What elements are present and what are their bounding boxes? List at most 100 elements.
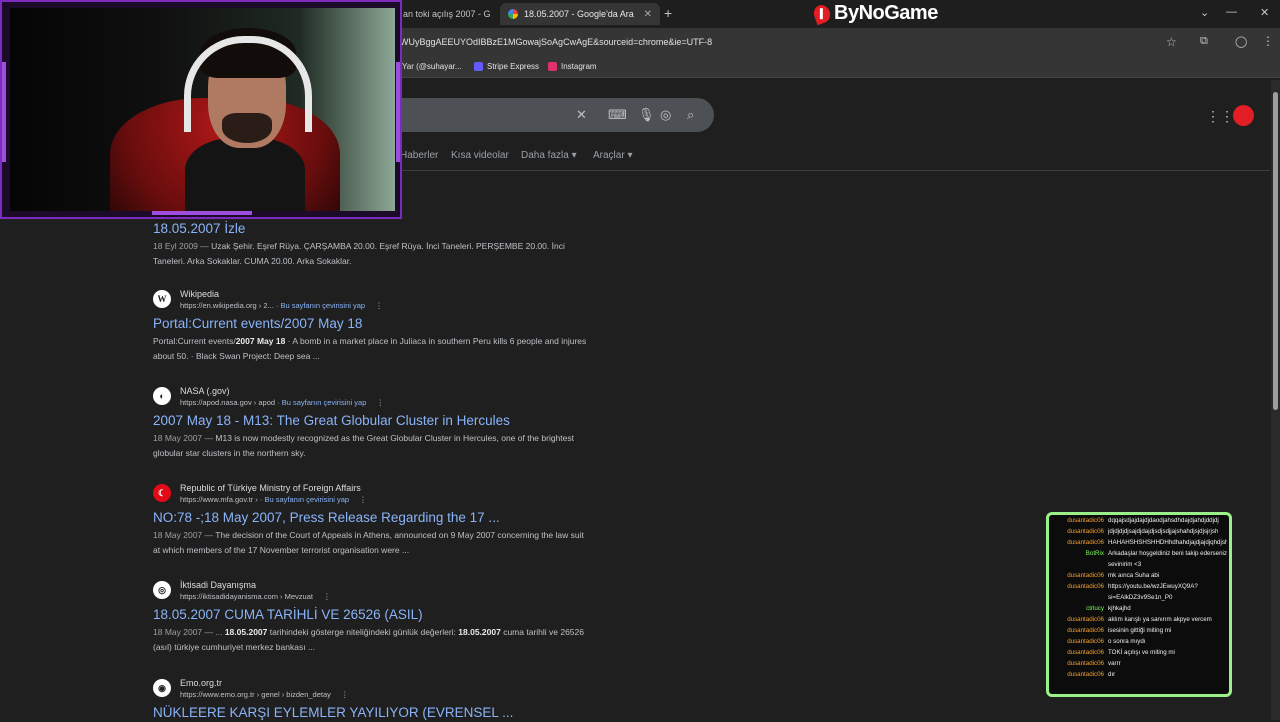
chat-username: dusantadic06: [1067, 572, 1104, 579]
chat-message: dusantadic06 dqqajsdjajdajdjdaodjahsdhdaj…: [1051, 515, 1227, 526]
tab-label: 18.05.2007 - Google'da Ara: [524, 9, 634, 19]
result-url-text: https://apod.nasa.gov › apod: [180, 397, 276, 407]
result-title-link[interactable]: NÜKLEERE KARŞI EYLEMLER YAYILIYOR (EVREN…: [153, 704, 593, 722]
chat-message: dusantadic06 o sonra mıydı: [1051, 636, 1227, 647]
tab-active[interactable]: 18.05.2007 - Google'da Ara ✕: [500, 3, 660, 25]
menu-icon[interactable]: ⋮: [1262, 34, 1274, 48]
result-site: Emo.org.tr: [180, 677, 223, 688]
frame-accent: [2, 62, 6, 162]
chat-username: BotRix: [1085, 550, 1104, 557]
result-header[interactable]: ◉ Emo.org.tr https://www.emo.org.tr › ge…: [153, 675, 593, 701]
search-result: 18.05.2007 İzle 18 Eyl 2009 — Uzak Şehir…: [153, 217, 593, 269]
search-icon[interactable]: ⌕: [687, 107, 694, 123]
filter-short-videos[interactable]: Kısa videolar: [451, 150, 509, 161]
search-result: ◐ NASA (.gov) https://apod.nasa.gov › ap…: [153, 383, 593, 461]
filter-tools[interactable]: Araçlar ▾: [593, 150, 632, 161]
chat-text: o sonra mıydı: [1108, 638, 1146, 645]
result-url: https://apod.nasa.gov › apod · Bu sayfan…: [180, 397, 384, 407]
microphone-icon[interactable]: 🎙: [638, 107, 655, 123]
chat-text: mk aınca Suha abi: [1108, 572, 1160, 579]
frame-accent: [396, 62, 400, 162]
chat-message: dusantadic06 TOKİ açılışı ve miting mi: [1051, 647, 1227, 658]
chat-text: https://youtu.be/wzJEwuyXQ9A?si=EAlkDZ3v…: [1108, 583, 1198, 601]
star-icon[interactable]: ☆: [1166, 35, 1177, 49]
result-header[interactable]: ◐ NASA (.gov) https://apod.nasa.gov › ap…: [153, 383, 593, 409]
result-date: 18 May 2007 —: [153, 530, 214, 540]
result-date: 18 May 2007 —: [153, 433, 214, 443]
bookmark-label: Yar (@suhayar...: [402, 62, 462, 71]
more-options-icon[interactable]: ⋮: [359, 495, 367, 504]
chat-message: dusantadic06 isesinin gittiği miting mi: [1051, 625, 1227, 636]
wikipedia-icon: W: [153, 290, 171, 308]
chat-message: dusantadic06 dır: [1051, 669, 1227, 680]
streamer-body: [185, 138, 305, 211]
chat-message: dusantadic06 mk aınca Suha abi: [1051, 570, 1227, 581]
clear-icon[interactable]: ✕: [576, 107, 587, 123]
profile-icon[interactable]: ◯: [1235, 35, 1247, 48]
stripe-icon: [474, 62, 483, 71]
result-date: 18 May 2007 — ...: [153, 627, 223, 637]
result-title-link[interactable]: 18.05.2007 İzle: [153, 220, 593, 238]
bookmark-stripe[interactable]: Stripe Express: [474, 62, 539, 71]
chat-text: aklım karışlı ya sanırım akpye vercem: [1108, 616, 1212, 623]
lens-icon[interactable]: ◎: [660, 107, 671, 123]
result-date: 18 Eyl 2009 —: [153, 241, 209, 251]
filter-news[interactable]: Haberler: [400, 150, 438, 161]
search-result: ◎ İktisadi Dayanışma https://iktisadiday…: [153, 577, 593, 655]
chat-username: dusantadic06: [1067, 583, 1104, 590]
new-tab-button[interactable]: +: [664, 5, 672, 21]
result-url: https://iktisadidayanisma.com › Mevzuat …: [180, 591, 331, 602]
close-window-icon[interactable]: ✕: [1260, 6, 1269, 19]
search-input[interactable]: ✕ ⌨ 🎙 ◎ ⌕: [380, 98, 714, 132]
google-icon: [508, 9, 518, 19]
chat-message: dusantadic06 jdjdjdjdjsajdjdajdjsdjsdjjaj…: [1051, 526, 1227, 537]
nasa-icon: ◐: [153, 387, 171, 405]
translate-link[interactable]: Bu sayfanın çevirisini yap: [264, 495, 349, 504]
result-url: https://www.emo.org.tr › genel › bizden_…: [180, 689, 349, 700]
result-snippet: 18 May 2007 — The decision of the Court …: [153, 528, 593, 558]
chat-text: isesinin gittiği miting mi: [1108, 627, 1172, 634]
result-title-link[interactable]: Portal:Current events/2007 May 18: [153, 315, 593, 333]
result-url-text: https://iktisadidayanisma.com › Mevzuat: [180, 591, 313, 601]
bookmark-twitter[interactable]: Yar (@suhayar...: [402, 62, 462, 71]
bookmark-label: Instagram: [561, 62, 597, 71]
result-site: Republic of Türkiye Ministry of Foreign …: [180, 482, 361, 493]
chat-username: dusantadic06: [1067, 517, 1104, 524]
keyboard-icon[interactable]: ⌨: [608, 107, 627, 123]
more-options-icon[interactable]: ⋮: [375, 301, 383, 310]
chat-message: dusantadic06 aklım karışlı ya sanırım akp…: [1051, 614, 1227, 625]
result-header[interactable]: ☾ Republic of Türkiye Ministry of Foreig…: [153, 480, 593, 506]
extensions-icon[interactable]: ⧉: [1200, 35, 1208, 48]
search-result: ◉ Emo.org.tr https://www.emo.org.tr › ge…: [153, 675, 593, 722]
translate-link[interactable]: Bu sayfanın çevirisini yap: [280, 301, 365, 310]
minimize-icon[interactable]: —: [1226, 6, 1237, 18]
result-title-link[interactable]: NO:78 -;18 May 2007, Press Release Regar…: [153, 509, 593, 527]
result-header[interactable]: W Wikipedia https://en.wikipedia.org › 2…: [153, 286, 593, 312]
chat-text: HAHAHSHSHSHHDHhdhahdjajdjajdjqhdjshjdh: [1108, 539, 1227, 546]
result-url-text: https://en.wikipedia.org › 2...: [180, 300, 274, 310]
result-header[interactable]: ◎ İktisadi Dayanışma https://iktisadiday…: [153, 577, 593, 603]
bookmark-instagram[interactable]: Instagram: [548, 62, 597, 71]
chat-overlay: dusantadic06 dqqajsdjajdajdjdaodjahsdhdaj…: [1046, 512, 1232, 697]
more-options-icon[interactable]: ⋮: [323, 592, 331, 601]
scrollbar-thumb[interactable]: [1273, 92, 1278, 410]
chevron-down-icon[interactable]: ⌄: [1200, 6, 1209, 19]
result-snippet-bold: 18.05.2007: [458, 627, 501, 637]
translate-link[interactable]: Bu sayfanın çevirisini yap: [282, 398, 367, 407]
more-options-icon[interactable]: ⋮: [376, 398, 384, 407]
url-field[interactable]: WUyBggAEEUYOdIBBzE1MGowajSoAgCwAgE&sourc…: [400, 37, 712, 47]
tab-inactive[interactable]: an toki açılış 2007 - G: [395, 3, 495, 25]
result-site: İktisadi Dayanışma: [180, 579, 257, 590]
instagram-icon: [548, 62, 557, 71]
more-options-icon[interactable]: ⋮: [341, 690, 349, 699]
avatar[interactable]: [1233, 105, 1254, 126]
chat-text: varrr: [1108, 660, 1121, 667]
result-title-link[interactable]: 2007 May 18 - M13: The Great Globular Cl…: [153, 412, 593, 430]
filter-more[interactable]: Daha fazla ▾: [521, 150, 577, 161]
brand-text: ByNoGame: [834, 2, 938, 24]
apps-grid-icon[interactable]: ⋮⋮: [1206, 108, 1234, 125]
emo-icon: ◉: [153, 679, 171, 697]
chat-username: dusantadic06: [1067, 671, 1104, 678]
close-tab-icon[interactable]: ✕: [644, 9, 652, 20]
result-title-link[interactable]: 18.05.2007 CUMA TARİHLİ VE 26526 (ASIL): [153, 606, 593, 624]
